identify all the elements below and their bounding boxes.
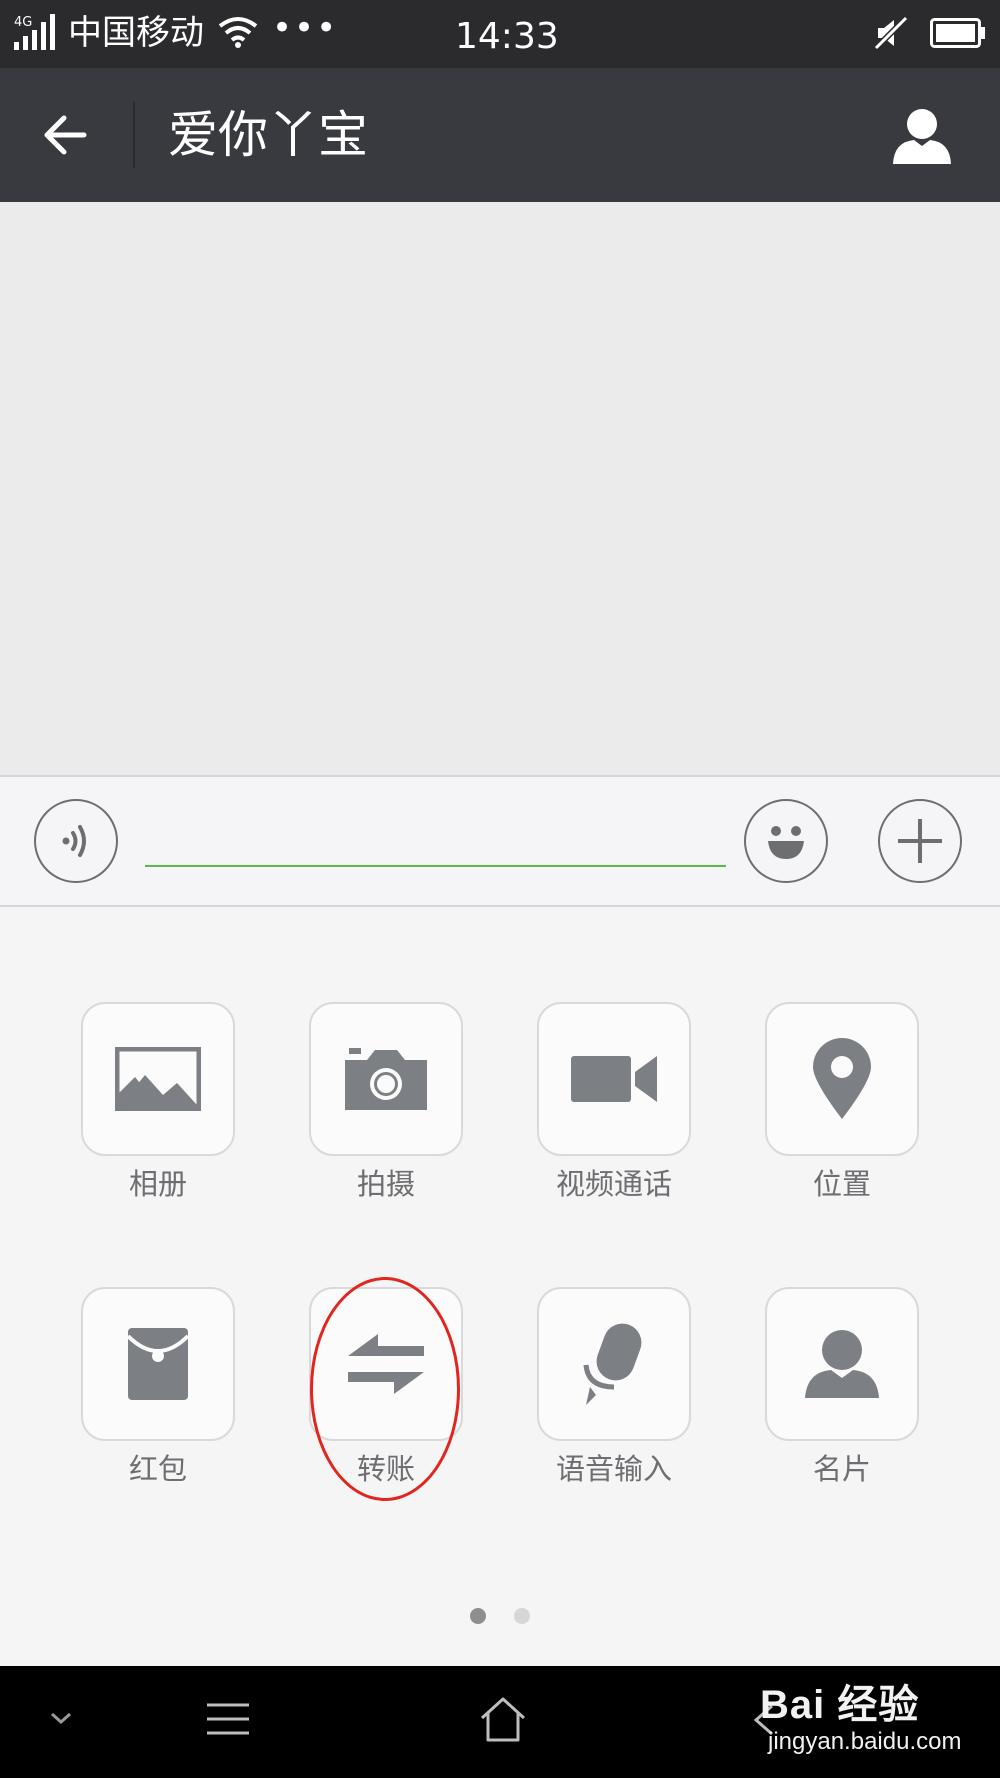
network-type-label: 4G [14, 15, 32, 30]
location-button[interactable] [765, 1002, 919, 1156]
plus-icon [898, 819, 942, 863]
watermark-url: jingyan.baidu.com [768, 1728, 962, 1755]
video-call-button[interactable] [537, 1002, 691, 1156]
page-dot[interactable] [514, 1608, 530, 1624]
more-notifications-icon: ••• [272, 8, 339, 48]
voice-mode-button[interactable] [34, 799, 118, 883]
status-bar: 4G 中国移动 ••• 14:33 [0, 0, 1000, 68]
contact-card-icon [805, 1330, 879, 1398]
album-button[interactable] [81, 1002, 235, 1156]
smiley-icon [768, 826, 804, 859]
more-functions-button[interactable] [878, 799, 962, 883]
mute-icon [873, 15, 909, 54]
page-indicator [0, 1608, 1000, 1628]
page-dot-active[interactable] [470, 1608, 486, 1624]
home-icon[interactable] [478, 1696, 528, 1746]
function-panel: 相册 拍摄 视频通话 位置 红包 转账 语音输入 名片 [0, 907, 1000, 1666]
emoji-button[interactable] [744, 799, 828, 883]
contact-card-label: 名片 [812, 1452, 871, 1486]
chevron-down-icon[interactable] [48, 1710, 74, 1730]
photo-album-icon [115, 1047, 201, 1111]
red-envelope-button[interactable] [81, 1287, 235, 1441]
status-time: 14:33 [455, 16, 559, 57]
person-profile-icon[interactable] [890, 106, 954, 170]
menu-icon[interactable] [205, 1702, 251, 1740]
album-label: 相册 [128, 1167, 187, 1201]
chat-title: 爱你丫宝 [168, 106, 368, 164]
voice-icon [62, 825, 86, 857]
location-label: 位置 [812, 1167, 871, 1201]
contact-card-button[interactable] [765, 1287, 919, 1441]
red-envelope-label: 红包 [128, 1452, 187, 1486]
highlight-circle [310, 1277, 460, 1501]
wifi-icon [218, 16, 258, 52]
camera-button[interactable] [309, 1002, 463, 1156]
chat-header: 爱你丫宝 [0, 68, 1000, 202]
back-arrow-icon[interactable] [40, 110, 90, 164]
battery-icon [930, 18, 986, 52]
watermark-brand: Bai 经验 [760, 1683, 920, 1727]
location-pin-icon [813, 1038, 871, 1119]
red-envelope-icon [126, 1328, 190, 1400]
signal-icon: 4G [14, 14, 62, 56]
voice-input-label: 语音输入 [555, 1452, 672, 1486]
input-bar [0, 775, 1000, 907]
video-call-icon [571, 1056, 657, 1102]
message-area[interactable] [0, 202, 1000, 776]
carrier-name: 中国移动 [68, 13, 204, 53]
video-call-label: 视频通话 [555, 1167, 672, 1201]
camera-icon [345, 1048, 427, 1110]
header-divider [133, 102, 135, 168]
microphone-icon [583, 1323, 642, 1405]
voice-input-button[interactable] [537, 1287, 691, 1441]
camera-label: 拍摄 [356, 1167, 415, 1201]
message-input[interactable] [145, 807, 726, 867]
baidu-jingyan-watermark: Bai 经验 jingyan.baidu.com [760, 1672, 961, 1755]
